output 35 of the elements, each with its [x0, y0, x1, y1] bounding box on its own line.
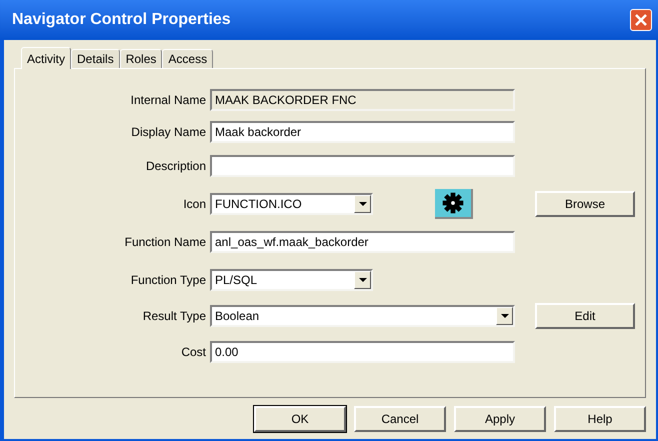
field-label: Cost [180, 344, 207, 361]
dialog-button[interactable]: Help [554, 406, 646, 432]
field-label: Display Name [130, 124, 207, 141]
text-field[interactable]: 0.00 [210, 341, 515, 363]
dialog-button[interactable]: Cancel [354, 406, 446, 432]
field-label: Function Type [130, 272, 207, 289]
dropdown[interactable]: Boolean [210, 305, 515, 327]
dropdown-value: PL/SQL [214, 272, 258, 289]
tab[interactable]: Roles [120, 49, 162, 68]
gear-icon [435, 189, 473, 219]
tab[interactable]: Access [162, 49, 214, 68]
field-label: Function Name [124, 234, 207, 251]
dropdown[interactable]: PL/SQL [210, 269, 373, 291]
side-button[interactable]: Browse [535, 191, 635, 217]
window-title: Navigator Control Properties [12, 10, 231, 30]
dropdown-value: FUNCTION.ICO [214, 196, 303, 213]
field-label: Internal Name [130, 92, 207, 109]
close-button[interactable] [630, 9, 652, 31]
text-field[interactable]: anl_oas_wf.maak_backorder [210, 231, 515, 253]
tab[interactable]: Activity [21, 47, 72, 69]
field-label: Description [144, 158, 207, 175]
side-button[interactable]: Edit [535, 303, 635, 329]
dropdown-value: Boolean [214, 308, 260, 325]
dropdown[interactable]: FUNCTION.ICO [210, 193, 373, 215]
text-field[interactable] [210, 155, 515, 177]
caret-icon [354, 271, 371, 289]
dialog-button[interactable]: Apply [454, 406, 546, 432]
tab[interactable]: Details [71, 49, 120, 68]
caret-icon [496, 307, 513, 325]
field-label: Icon [182, 196, 207, 213]
dialog-button[interactable]: OK [254, 406, 346, 432]
field-label: Result Type [142, 308, 207, 325]
text-field[interactable]: Maak backorder [210, 121, 515, 143]
caret-icon [354, 195, 371, 213]
close-icon [635, 14, 647, 26]
